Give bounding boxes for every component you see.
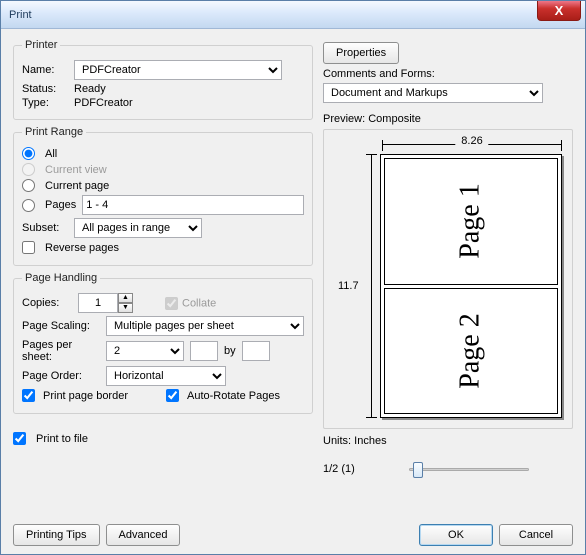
status-value: Ready <box>74 83 106 95</box>
pages-input[interactable] <box>82 195 304 215</box>
print-to-file-label: Print to file <box>36 433 88 445</box>
printer-name-select[interactable]: PDFCreator <box>74 60 282 80</box>
pps-custom-h[interactable] <box>242 341 270 361</box>
name-label: Name: <box>22 64 68 76</box>
close-button[interactable]: X <box>537 1 581 21</box>
page-handling-group: Page Handling Copies: ▲▼ Collate Page Sc… <box>13 272 313 414</box>
range-all-label: All <box>45 148 57 160</box>
type-label: Type: <box>22 97 68 109</box>
order-select[interactable]: Horizontal <box>106 366 226 386</box>
zoom-slider[interactable] <box>409 459 529 479</box>
dim-width: 8.26 <box>382 136 562 152</box>
by-label: by <box>224 345 236 357</box>
advanced-button[interactable]: Advanced <box>106 524 181 546</box>
print-dialog: Print X Printer Name: PDFCreator Status:… <box>0 0 586 555</box>
pps-select[interactable]: 2 <box>106 341 184 361</box>
close-icon: X <box>555 3 564 18</box>
range-pages-radio[interactable] <box>22 199 35 212</box>
copies-label: Copies: <box>22 297 72 309</box>
collate-checkbox <box>165 297 178 310</box>
range-pages-label: Pages <box>45 199 76 211</box>
pps-label: Pages per sheet: <box>22 339 100 363</box>
comments-select[interactable]: Document and Markups <box>323 83 543 103</box>
units-label: Units: Inches <box>323 435 573 447</box>
copies-down-button[interactable]: ▼ <box>118 303 133 313</box>
titlebar: Print X <box>1 1 585 29</box>
preview-page-1: Page 1 <box>384 158 558 285</box>
range-currentview-radio <box>22 163 35 176</box>
autorotate-label: Auto-Rotate Pages <box>187 390 280 402</box>
range-currentview-label: Current view <box>45 164 107 176</box>
border-checkbox[interactable] <box>22 389 35 402</box>
comments-label: Comments and Forms: <box>323 68 435 80</box>
window-title: Print <box>9 9 32 21</box>
printing-tips-button[interactable]: Printing Tips <box>13 524 100 546</box>
pps-custom-w[interactable] <box>190 341 218 361</box>
copies-input[interactable] <box>78 293 118 313</box>
copies-up-button[interactable]: ▲ <box>118 293 133 303</box>
subset-select[interactable]: All pages in range <box>74 218 202 238</box>
ok-button[interactable]: OK <box>419 524 493 546</box>
dim-height: 11.7 <box>332 154 376 418</box>
cancel-button[interactable]: Cancel <box>499 524 573 546</box>
border-label: Print page border <box>43 390 128 402</box>
range-all-radio[interactable] <box>22 147 35 160</box>
preview-page-2: Page 2 <box>384 288 558 415</box>
printer-group: Printer Name: PDFCreator Status: Ready Ty… <box>13 39 313 120</box>
autorotate-checkbox[interactable] <box>166 389 179 402</box>
scaling-select[interactable]: Multiple pages per sheet <box>106 316 304 336</box>
range-legend: Print Range <box>22 126 86 138</box>
preview-pane: 8.26 11.7 Page 1 Page 2 <box>323 129 573 429</box>
handling-legend: Page Handling <box>22 272 100 284</box>
status-label: Status: <box>22 83 68 95</box>
print-to-file-checkbox[interactable] <box>13 432 26 445</box>
preview-label: Preview: Composite <box>323 113 573 125</box>
reverse-label: Reverse pages <box>45 242 119 254</box>
properties-button[interactable]: Properties <box>323 42 399 64</box>
type-value: PDFCreator <box>74 97 133 109</box>
range-currentpage-radio[interactable] <box>22 179 35 192</box>
zoom-label: 1/2 (1) <box>323 463 403 475</box>
printer-legend: Printer <box>22 39 60 51</box>
scaling-label: Page Scaling: <box>22 320 100 332</box>
preview-sheet: Page 1 Page 2 <box>380 154 562 418</box>
print-range-group: Print Range All Current view Current pag… <box>13 126 313 266</box>
reverse-checkbox[interactable] <box>22 241 35 254</box>
order-label: Page Order: <box>22 370 100 382</box>
range-currentpage-label: Current page <box>45 180 109 192</box>
collate-label: Collate <box>182 297 216 309</box>
subset-label: Subset: <box>22 222 68 234</box>
